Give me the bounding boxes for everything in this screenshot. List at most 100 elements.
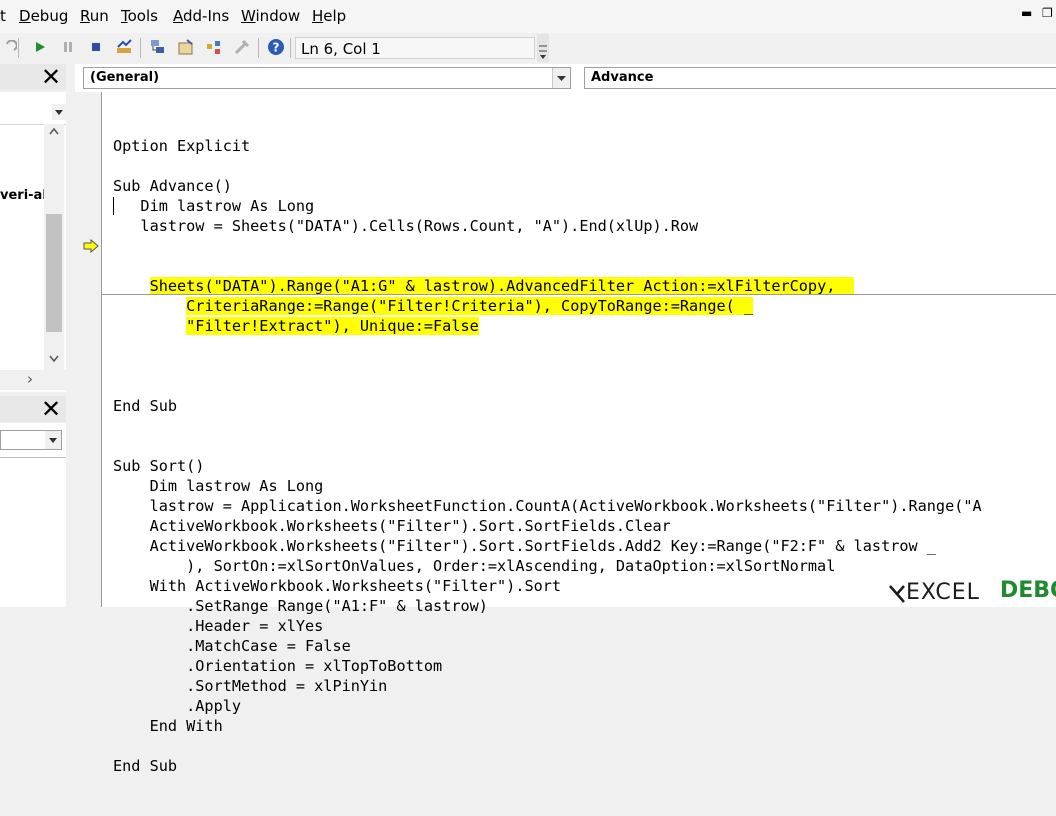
code-margin-indicator-bar[interactable]	[75, 92, 102, 607]
logo-mark-icon	[889, 585, 905, 603]
properties-titlebar: ✕	[0, 396, 66, 422]
code-line[interactable]: Sub Sort()	[113, 456, 982, 476]
help-icon[interactable]: ?	[266, 37, 286, 57]
project-explorer-titlebar: ✕	[0, 64, 66, 90]
properties-pane	[0, 423, 66, 607]
code-block-sort: Sub Sort() Dim lastrow As Long lastrow =…	[113, 456, 982, 776]
scroll-up-icon[interactable]	[44, 124, 64, 138]
code-line[interactable]: End Sub	[113, 756, 982, 776]
menu-run-mnemonic: R	[80, 7, 90, 25]
run-icon[interactable]	[30, 37, 50, 57]
procedure-separator	[102, 294, 1056, 295]
close-icon[interactable]: ✕	[40, 397, 62, 421]
toolbar-separator	[290, 38, 291, 58]
code-line[interactable]: .Orientation = xlTopToBottom	[113, 656, 982, 676]
undo-icon[interactable]	[0, 37, 20, 57]
code-block-advance-tail: End Sub	[113, 376, 982, 416]
menu-debug[interactable]: Debug	[19, 7, 68, 25]
code-line[interactable]: .MatchCase = False	[113, 636, 982, 656]
menu-debug-label: ebug	[30, 7, 69, 25]
code-line[interactable]: .Header = xlYes	[113, 616, 982, 636]
scroll-right-icon[interactable]: ›	[27, 370, 33, 388]
menu-window-mnemonic: W	[241, 7, 256, 25]
code-line[interactable]: ActiveWorkbook.Worksheets("Filter").Sort…	[113, 536, 982, 556]
menu-tools-label: ools	[127, 7, 158, 25]
code-line[interactable]: "Filter!Extract"), Unique:=False	[113, 316, 982, 336]
code-block-advance-highlighted: Sheets("DATA").Range("A1:G" & lastrow).A…	[113, 276, 982, 336]
code-line[interactable]: ), SortOn:=xlSortOnValues, Order:=xlAsce…	[113, 556, 982, 576]
toolbar-separator	[18, 38, 19, 58]
logo-brand-suffix: DEBO	[1000, 578, 1056, 603]
project-tree-item[interactable]: veri-al	[0, 188, 47, 203]
menu-run[interactable]: Run	[80, 7, 109, 25]
divider	[0, 457, 66, 458]
reset-icon[interactable]	[86, 37, 106, 57]
menu-addins[interactable]: Add-Ins	[173, 7, 229, 25]
svg-text:?: ?	[273, 41, 280, 55]
toolbar-separator	[258, 38, 259, 58]
menu-help-mnemonic: H	[312, 7, 324, 25]
project-explorer-icon[interactable]	[148, 37, 168, 57]
design-mode-icon[interactable]	[114, 37, 134, 57]
menu-help-label: elp	[323, 7, 347, 25]
code-block-advance-head: Option Explicit Sub Advance() Dim lastro…	[113, 136, 982, 236]
watermark-logo: EXCEL DEBO	[888, 578, 1056, 607]
close-icon[interactable]: ✕	[40, 65, 62, 89]
object-browser-icon[interactable]	[204, 37, 224, 57]
menu-help[interactable]: Help	[312, 7, 346, 25]
code-line[interactable]	[113, 736, 982, 756]
code-window: (General) Advance Option Explicit Sub Ad…	[75, 64, 1056, 775]
execution-point-arrow-icon	[83, 238, 99, 257]
code-line[interactable]: .Apply	[113, 696, 982, 716]
code-line[interactable]: Sub Advance()	[113, 176, 982, 196]
menu-item-partial[interactable]: t	[0, 7, 6, 25]
minimize-icon[interactable]: ▬	[1021, 6, 1032, 20]
code-line[interactable]: lastrow = Sheets("DATA").Cells(Rows.Coun…	[113, 216, 982, 236]
chevron-down-icon[interactable]	[52, 104, 66, 120]
procedure-combo-value: Advance	[591, 70, 654, 85]
restore-icon[interactable]: ❐	[1042, 6, 1053, 20]
code-line[interactable]: End Sub	[113, 396, 982, 416]
procedure-combo[interactable]: Advance	[584, 67, 1056, 89]
code-line[interactable]: Option Explicit	[113, 136, 982, 156]
menu-bar: t Debug Run Tools Add-Ins Window Help ▬ …	[0, 0, 1056, 33]
code-line[interactable]: .SortMethod = xlPinYin	[113, 676, 982, 696]
menu-tools[interactable]: Tools	[121, 7, 158, 25]
object-combo-value: (General)	[90, 70, 160, 85]
code-line[interactable]: lastrow = Application.WorksheetFunction.…	[113, 496, 982, 516]
menu-addins-mnemonic: A	[173, 7, 183, 25]
code-line[interactable]	[113, 156, 982, 176]
code-line[interactable]: ActiveWorkbook.Worksheets("Filter").Sort…	[113, 516, 982, 536]
menu-addins-label: dd-Ins	[183, 7, 230, 25]
scroll-down-icon[interactable]	[44, 352, 64, 366]
menu-window-label: indow	[255, 7, 301, 25]
code-line[interactable]: .SetRange Range("A1:F" & lastrow)	[113, 596, 982, 616]
cursor-position-readout: Ln 6, Col 1	[295, 37, 535, 59]
menu-debug-mnemonic: D	[19, 7, 31, 25]
project-explorer-pane: veri-al ›	[0, 92, 66, 392]
break-icon[interactable]	[58, 37, 78, 57]
scrollbar-thumb[interactable]	[46, 214, 62, 332]
horizontal-scrollbar[interactable]: ›	[0, 370, 66, 390]
object-combo[interactable]: (General)	[83, 67, 571, 89]
code-line[interactable]	[113, 376, 982, 396]
toolbox-icon[interactable]	[232, 37, 252, 57]
vertical-scrollbar[interactable]	[44, 124, 64, 370]
toolbar-separator	[140, 38, 141, 58]
chevron-down-icon[interactable]	[552, 68, 570, 88]
code-line[interactable]: Dim lastrow As Long	[113, 476, 982, 496]
chevron-down-icon[interactable]	[45, 431, 61, 449]
object-dropdown[interactable]	[0, 430, 62, 450]
menu-run-label: un	[89, 7, 109, 25]
menu-window[interactable]: Window	[241, 7, 300, 25]
logo-brand: EXCEL	[906, 580, 980, 605]
code-line[interactable]: End With	[113, 716, 982, 736]
code-line[interactable]: With ActiveWorkbook.Worksheets("Filter")…	[113, 576, 982, 596]
menu-tools-mnemonic: T	[121, 7, 128, 25]
code-line[interactable]: Sheets("DATA").Range("A1:G" & lastrow).A…	[113, 276, 982, 296]
properties-window-icon[interactable]	[176, 37, 196, 57]
code-editor[interactable]: Option Explicit Sub Advance() Dim lastro…	[113, 96, 982, 816]
code-line[interactable]: CriteriaRange:=Range("Filter!Criteria"),…	[113, 296, 982, 316]
code-line[interactable]: Dim lastrow As Long	[113, 196, 982, 216]
toolbar-overflow-handle[interactable]	[537, 34, 549, 62]
